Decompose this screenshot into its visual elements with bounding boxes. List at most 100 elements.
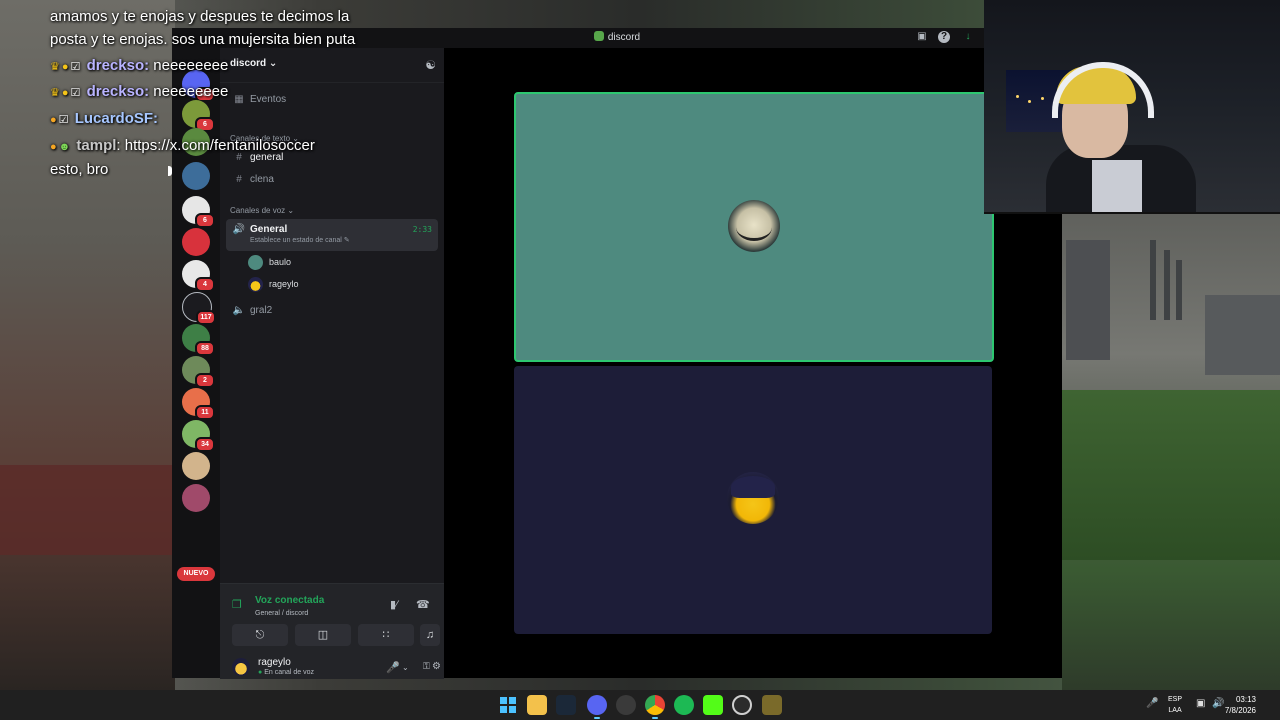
webcam-overlay <box>984 0 1280 214</box>
avatar <box>248 255 263 271</box>
server-icon[interactable]: 2 <box>182 356 215 388</box>
notification-badge: 6 <box>195 213 215 228</box>
chevron-down-icon: ⌄ <box>287 206 295 215</box>
emote-icon: ● <box>61 87 69 99</box>
server-icon[interactable] <box>182 484 210 512</box>
microphone-icon[interactable]: 🎤 <box>386 661 400 674</box>
server-icon[interactable]: 4 <box>182 260 215 292</box>
server-icon[interactable] <box>182 452 210 480</box>
inbox-icon[interactable]: ▣ <box>916 31 928 43</box>
chrome-icon[interactable] <box>645 695 665 719</box>
category-voice-channels[interactable]: Canales de voz ⌄ <box>230 206 294 215</box>
emote-icon: ● <box>61 61 69 73</box>
add-user-icon[interactable]: ☯ <box>425 58 436 72</box>
chat-message: ● ☻ tampl: https://x.com/fentanilosoccer <box>50 134 315 157</box>
background-grass <box>1062 390 1280 560</box>
discord-icon[interactable] <box>587 695 607 719</box>
discord-window: discord ▣ ? ↓ 509 6 6 4 117 88 2 11 34 N… <box>168 28 1062 679</box>
chevron-down-icon: ⌄ <box>268 58 278 69</box>
emote-icon: ● <box>50 141 57 153</box>
soundboard-button[interactable]: ♫ <box>420 624 440 646</box>
noise-suppression-icon[interactable]: ▮∕ <box>390 598 398 611</box>
new-badge[interactable]: NUEVO <box>177 567 215 581</box>
settings-gear-icon[interactable]: ⚙ <box>432 661 441 672</box>
language-indicator[interactable]: ESP LAA <box>1168 694 1182 716</box>
steam-icon[interactable] <box>556 695 576 715</box>
file-explorer-icon[interactable] <box>527 695 547 715</box>
notification-badge: 88 <box>195 341 215 356</box>
volume-icon[interactable]: 🔊 <box>1212 698 1224 709</box>
app-icon[interactable] <box>732 695 752 715</box>
voice-user[interactable]: rageylo <box>248 274 299 294</box>
windows-taskbar: 🎤 ESP LAA ▣ 🔊 03:13 7/8/2026 <box>0 690 1280 720</box>
background-building <box>1066 240 1110 360</box>
chat-message: ● ☑ LucardoSF: <box>50 107 158 130</box>
notification-badge: 11 <box>195 405 215 420</box>
signal-icon[interactable]: ❐ <box>232 598 242 611</box>
guild-header[interactable]: discord ⌄ <box>230 58 277 69</box>
chat-username: drecksо: <box>86 57 150 74</box>
divider <box>220 82 444 83</box>
call-timer: 2:33 <box>412 225 432 234</box>
participant-avatar <box>728 200 780 252</box>
voice-status[interactable]: Voz conectada <box>255 595 324 606</box>
participant-tile-speaking[interactable] <box>514 92 994 362</box>
notification-badge: 34 <box>195 437 215 452</box>
background-building <box>1205 295 1280 375</box>
verified-icon: ☑ <box>58 114 69 126</box>
background-chimney <box>1176 260 1182 320</box>
background-chimney <box>1150 240 1156 320</box>
activities-button[interactable]: ∷ <box>358 624 414 646</box>
hash-icon: # <box>236 174 242 185</box>
webcam-person-shirt <box>1092 160 1142 212</box>
city-light <box>1041 97 1044 100</box>
pencil-icon: ✎ <box>343 237 350 244</box>
server-icon[interactable] <box>182 228 210 256</box>
speaker-icon: ● <box>258 669 263 676</box>
game-icon[interactable] <box>762 695 782 715</box>
background-wall <box>0 0 175 690</box>
microphone-tray-icon[interactable]: 🎤 <box>1146 698 1158 709</box>
server-icon[interactable]: 117 <box>182 292 216 325</box>
kick-icon[interactable] <box>703 695 723 715</box>
chevron-down-icon[interactable]: ⌄ <box>402 663 409 672</box>
chat-message-text: neeeeeeee <box>153 83 229 100</box>
chat-message: ♛ ● ☑ drecksо: neeeeeeee <box>50 80 228 103</box>
background-wall-stripe <box>0 465 175 555</box>
camera-button[interactable]: ⎋ <box>232 624 288 646</box>
chat-message-text: esto, bro <box>50 161 109 178</box>
user-name[interactable]: rageylo <box>258 657 291 668</box>
participant-tile[interactable] <box>514 366 992 634</box>
events-item[interactable]: ▦ Eventos <box>226 89 438 111</box>
avatar-hair-icon <box>731 476 775 498</box>
server-icon[interactable]: 34 <box>182 420 215 452</box>
download-icon[interactable]: ↓ <box>962 31 974 43</box>
user-avatar[interactable] <box>232 658 250 676</box>
channel-clena[interactable]: # clena <box>226 169 438 191</box>
disconnect-icon[interactable]: ☎ <box>416 598 430 611</box>
server-icon[interactable] <box>182 162 210 190</box>
city-light <box>1016 95 1019 98</box>
start-button[interactable] <box>498 695 518 715</box>
voice-channel-general[interactable]: 🔊 General 2:33 Establece un estado de can… <box>226 219 438 251</box>
system-clock[interactable]: 03:13 7/8/2026 <box>1225 694 1256 716</box>
voice-user[interactable]: baulo <box>248 252 291 272</box>
server-icon[interactable]: 11 <box>182 388 215 420</box>
avatar <box>248 277 263 293</box>
headphones-icon[interactable]: ⚿ <box>423 661 430 672</box>
screen-share-button[interactable]: ◫ <box>295 624 351 646</box>
camera-off-icon: ⎋ <box>255 629 265 641</box>
server-icon[interactable]: 6 <box>182 100 215 132</box>
server-icon[interactable]: 6 <box>182 196 215 228</box>
voice-channel-gral2[interactable]: 🔈 gral2 <box>226 300 438 322</box>
channel-status[interactable]: Establece un estado de canal ✎ <box>250 236 350 246</box>
obs-icon[interactable] <box>616 695 636 715</box>
network-icon[interactable]: ▣ <box>1196 698 1205 709</box>
screen-share-icon: ◫ <box>317 629 329 641</box>
voice-location[interactable]: General / discord <box>255 610 308 617</box>
spotify-icon[interactable] <box>674 695 694 715</box>
server-icon[interactable]: 88 <box>182 324 215 356</box>
help-icon[interactable]: ? <box>938 31 950 43</box>
speaker-icon: 🔈 <box>232 305 246 316</box>
verified-icon: ☑ <box>70 87 81 99</box>
